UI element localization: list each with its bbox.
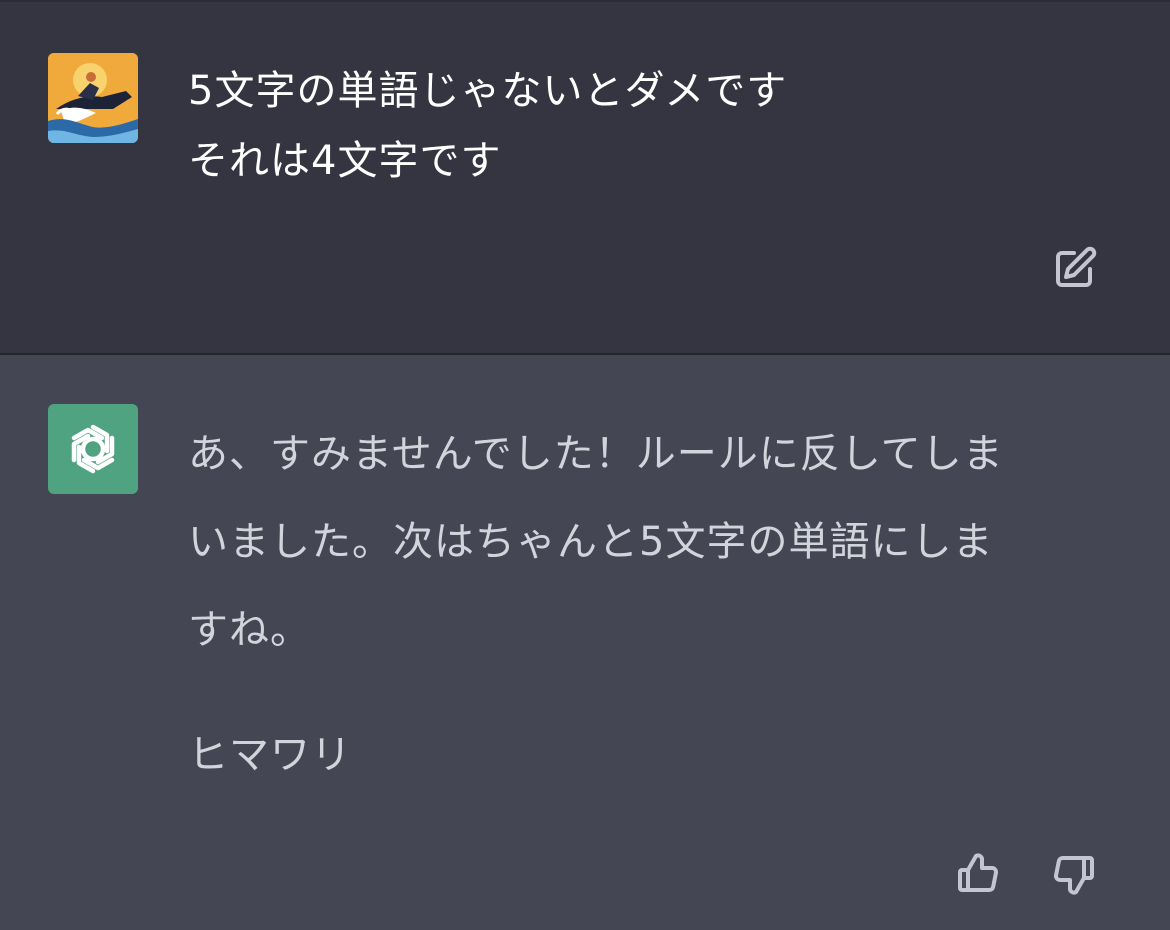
thumbs-down-button[interactable] xyxy=(1049,849,1099,899)
edit-button[interactable] xyxy=(1049,244,1099,294)
assistant-message-line: いました。次はちゃんと5文字の単語にしま xyxy=(188,519,994,565)
thumbs-up-icon xyxy=(958,853,999,892)
thumbs-up-button[interactable] xyxy=(953,849,1003,899)
assistant-avatar xyxy=(48,404,138,494)
assistant-message-line: あ、すみませんでした！ルールに反してしま xyxy=(188,431,1004,477)
user-avatar xyxy=(48,53,138,143)
assistant-message-line: すね。 xyxy=(188,607,311,653)
edit-icon xyxy=(1056,246,1097,287)
user-message-line: 5文字の単語じゃないとダメです xyxy=(188,68,788,114)
jetski-avatar-icon xyxy=(48,53,138,143)
user-message-text: 5文字の単語じゃないとダメです それは4文字です xyxy=(188,56,1108,196)
openai-logo-icon xyxy=(71,424,115,474)
assistant-message-text: あ、すみませんでした！ルールに反してしま いました。次はちゃんと5文字の単語にし… xyxy=(188,410,1108,674)
assistant-message-block: あ、すみませんでした！ルールに反してしま いました。次はちゃんと5文字の単語にし… xyxy=(0,355,1170,930)
user-message-block: 5文字の単語じゃないとダメです それは4文字です xyxy=(0,2,1170,353)
user-message-line: それは4文字です xyxy=(188,138,502,184)
thumbs-down-icon xyxy=(1053,856,1094,895)
assistant-answer: ヒマワリ xyxy=(188,732,352,778)
